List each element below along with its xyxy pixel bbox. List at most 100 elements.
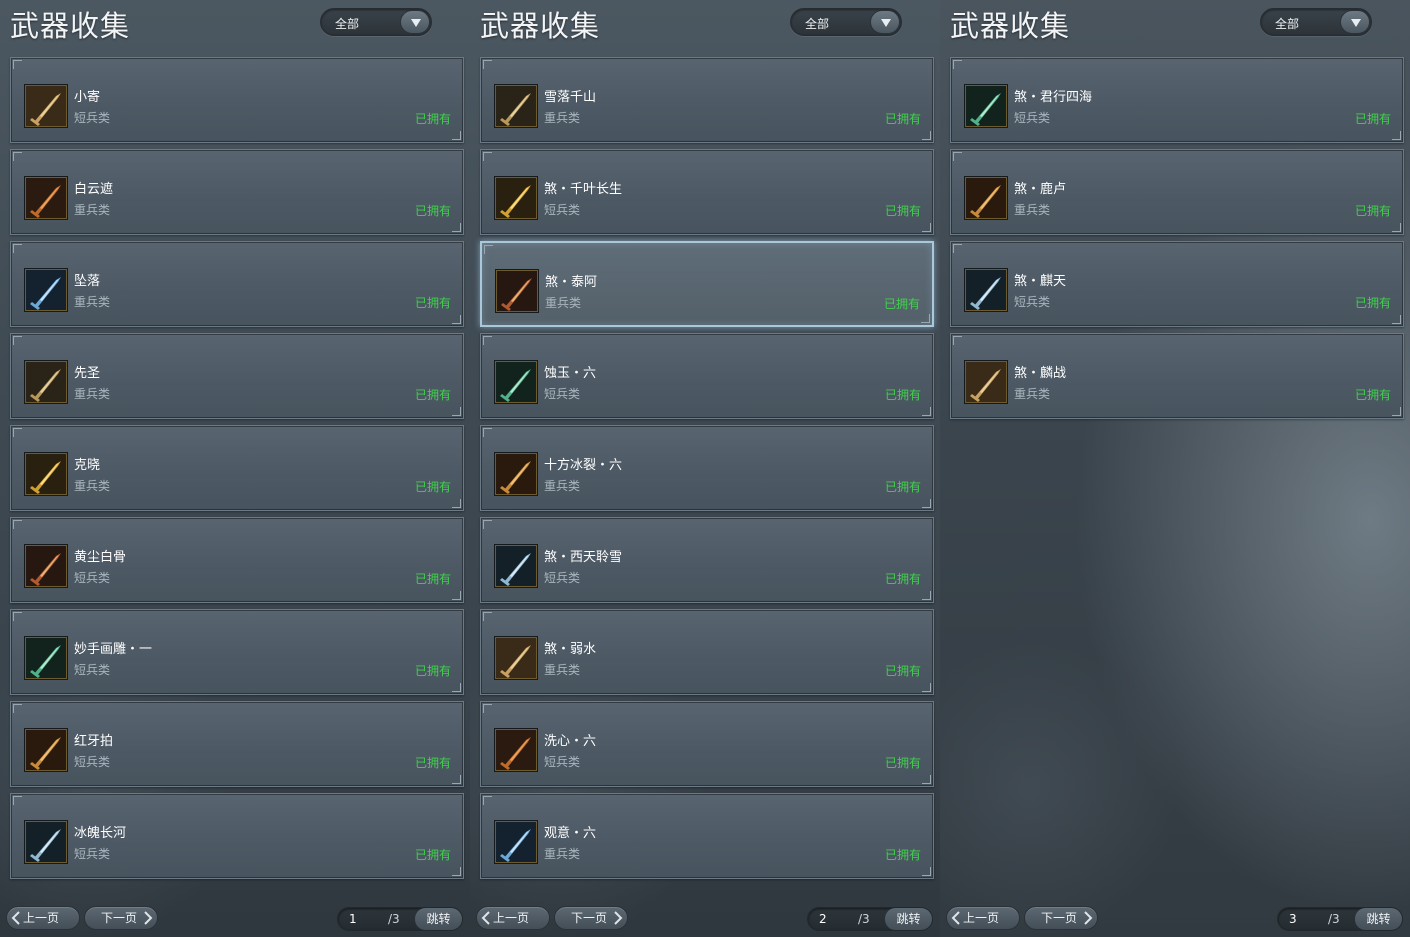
dropdown-arrow-icon[interactable] xyxy=(870,10,900,34)
weapon-type: 重兵类 xyxy=(74,479,111,493)
weapon-name: 洗心・六 xyxy=(544,734,597,749)
jump-button[interactable]: 跳转 xyxy=(1354,908,1402,930)
weapon-name: 十方冰裂・六 xyxy=(544,458,623,473)
prev-page-label: 上一页 xyxy=(23,911,60,925)
prev-page-button[interactable]: 上一页 xyxy=(476,906,550,930)
category-filter-dropdown[interactable]: 全部 xyxy=(1260,8,1372,36)
page-jump-box: 1 /3 跳转 xyxy=(337,907,463,931)
weapon-card[interactable]: 白云遮 重兵类 已拥有 xyxy=(10,149,464,235)
weapon-name: 坠落 xyxy=(74,274,101,289)
weapon-type: 重兵类 xyxy=(74,295,111,309)
weapon-card[interactable]: 煞・泰阿重兵类 已拥有 xyxy=(480,241,934,327)
page-number-input[interactable]: 1 xyxy=(349,912,357,926)
filter-label: 全部 xyxy=(335,17,360,31)
weapon-card[interactable]: 煞・君行四海 短兵类 已拥有 xyxy=(950,57,1404,143)
weapon-name: 煞・弱水 xyxy=(544,642,597,657)
weapon-type: 重兵类 xyxy=(544,663,581,677)
fire-greatsword-icon xyxy=(495,453,537,495)
weapon-card[interactable]: 观意・六 重兵类 已拥有 xyxy=(480,793,934,879)
weapon-card[interactable]: 十方冰裂・六 重兵类 已拥有 xyxy=(480,425,934,511)
weapon-type: 短兵类 xyxy=(74,571,111,585)
weapon-name: 煞・千叶长生 xyxy=(544,182,623,197)
weapon-card[interactable]: 坠落 重兵类 已拥有 xyxy=(10,241,464,327)
weapon-type: 重兵类 xyxy=(544,111,581,125)
jade-dagger-icon xyxy=(25,637,67,679)
dropdown-arrow-icon[interactable] xyxy=(400,10,430,34)
panel-title: 武器收集 xyxy=(10,9,131,43)
chevron-left-icon xyxy=(481,911,490,925)
flame-sword-icon xyxy=(495,361,537,403)
frost-sword-icon xyxy=(25,821,67,863)
weapon-name: 冰魄长河 xyxy=(74,826,127,841)
weapon-card[interactable]: 黄尘白骨 短兵类 已拥有 xyxy=(10,517,464,603)
weapon-name: 白云遮 xyxy=(74,182,114,197)
snow-blade-icon xyxy=(495,85,537,127)
weapon-name: 煞・泰阿 xyxy=(545,275,598,290)
jump-button[interactable]: 跳转 xyxy=(414,908,462,930)
weapon-type: 短兵类 xyxy=(544,571,581,585)
weapon-card[interactable]: 妙手画雕・一 短兵类 已拥有 xyxy=(10,609,464,695)
chevron-right-icon xyxy=(1084,911,1093,925)
chevron-left-icon xyxy=(951,911,960,925)
war-blade-icon xyxy=(965,361,1007,403)
category-filter-dropdown[interactable]: 全部 xyxy=(320,8,432,36)
weapon-card[interactable]: 蚀玉・六 短兵类 已拥有 xyxy=(480,333,934,419)
fang-blade-icon xyxy=(25,729,67,771)
dropdown-arrow-icon[interactable] xyxy=(1340,10,1370,34)
next-page-label: 下一页 xyxy=(1041,911,1078,925)
gold-staff-icon xyxy=(495,177,537,219)
owned-status: 已拥有 xyxy=(414,112,451,126)
next-page-button[interactable]: 下一页 xyxy=(554,906,628,930)
page-number-input[interactable]: 3 xyxy=(1289,912,1297,926)
chevron-left-icon xyxy=(11,911,20,925)
weapon-type: 重兵类 xyxy=(544,479,581,493)
page-jump-box: 3 /3 跳转 xyxy=(1277,907,1403,931)
weapon-card[interactable]: 煞・麒天 短兵类 已拥有 xyxy=(950,241,1404,327)
owned-status: 已拥有 xyxy=(884,388,921,402)
qilin-blade-icon xyxy=(965,269,1007,311)
weapon-type: 重兵类 xyxy=(545,296,582,310)
prev-page-button[interactable]: 上一页 xyxy=(946,906,1020,930)
weapon-card[interactable]: 红牙拍 短兵类 已拥有 xyxy=(10,701,464,787)
filter-label: 全部 xyxy=(1275,17,1300,31)
panel-title: 武器收集 xyxy=(950,9,1071,43)
page-total: /3 xyxy=(1328,912,1340,926)
weapon-card[interactable]: 煞・西天聆雪 短兵类 已拥有 xyxy=(480,517,934,603)
weapon-card[interactable]: 煞・弱水 重兵类 已拥有 xyxy=(480,609,934,695)
next-page-button[interactable]: 下一页 xyxy=(1024,906,1098,930)
weapon-card[interactable]: 先圣 重兵类 已拥有 xyxy=(10,333,464,419)
page-number-input[interactable]: 2 xyxy=(819,912,827,926)
weapon-panel-3: 武器收集 全部 煞・君行四海 短兵类 已拥有 煞・鹿卢 重兵类 已拥有 煞・麒天 短兵类 已拥有… xyxy=(940,0,1410,937)
owned-status: 已拥有 xyxy=(1354,112,1391,126)
weapon-card[interactable]: 雪落千山 重兵类 已拥有 xyxy=(480,57,934,143)
weapon-type: 重兵类 xyxy=(544,847,581,861)
trident-icon xyxy=(495,545,537,587)
owned-status: 已拥有 xyxy=(883,297,920,311)
weapon-card[interactable]: 小寄 短兵类 已拥有 xyxy=(10,57,464,143)
owned-status: 已拥有 xyxy=(884,204,921,218)
weapon-name: 蚀玉・六 xyxy=(544,366,597,381)
weapon-name: 妙手画雕・一 xyxy=(74,642,153,657)
prev-page-button[interactable]: 上一页 xyxy=(6,906,80,930)
weapon-card[interactable]: 煞・鹿卢 重兵类 已拥有 xyxy=(950,149,1404,235)
category-filter-dropdown[interactable]: 全部 xyxy=(790,8,902,36)
owned-status: 已拥有 xyxy=(414,756,451,770)
jump-button[interactable]: 跳转 xyxy=(884,908,932,930)
weapon-card[interactable]: 煞・麟战 重兵类 已拥有 xyxy=(950,333,1404,419)
weapon-name: 红牙拍 xyxy=(74,734,114,749)
owned-status: 已拥有 xyxy=(414,848,451,862)
pagination: 上一页 下一页 1 /3 跳转 xyxy=(0,906,470,932)
weapon-name: 煞・君行四海 xyxy=(1014,90,1093,105)
weapon-name: 克晓 xyxy=(74,458,101,473)
weapon-card[interactable]: 冰魄长河 短兵类 已拥有 xyxy=(10,793,464,879)
bone-sword-icon xyxy=(25,545,67,587)
weapon-name: 观意・六 xyxy=(544,826,597,841)
weapon-type: 重兵类 xyxy=(74,203,111,217)
weapon-card[interactable]: 克晓 重兵类 已拥有 xyxy=(10,425,464,511)
weapon-panel-1: 武器收集 全部 小寄 短兵类 已拥有 白云遮 重兵类 已拥有 坠落 重兵类 已拥有 先圣 重兵类 已拥… xyxy=(0,0,470,937)
next-page-button[interactable]: 下一页 xyxy=(84,906,158,930)
filter-label: 全部 xyxy=(805,17,830,31)
weapon-card[interactable]: 洗心・六 短兵类 已拥有 xyxy=(480,701,934,787)
weapon-card[interactable]: 煞・千叶长生 短兵类 已拥有 xyxy=(480,149,934,235)
chevron-right-icon xyxy=(614,911,623,925)
